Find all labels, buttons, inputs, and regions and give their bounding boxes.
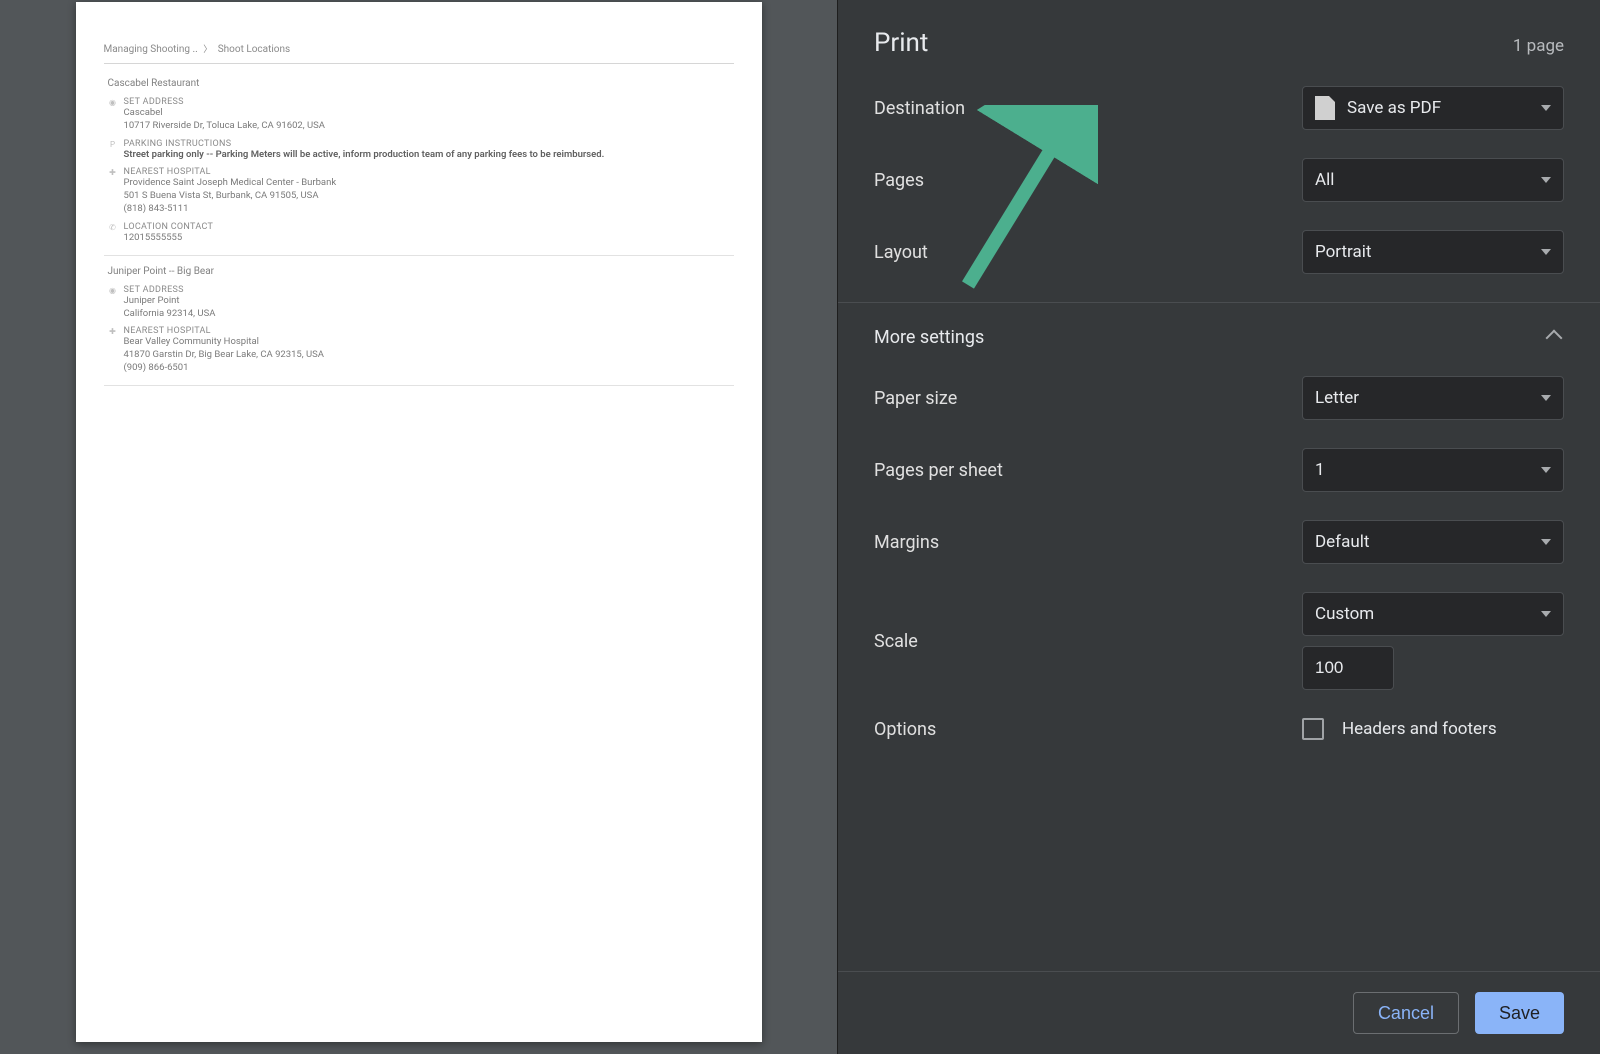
paper-size-label: Paper size <box>874 388 1064 409</box>
chevron-down-icon <box>1541 539 1551 545</box>
pdf-file-icon <box>1315 96 1335 120</box>
destination-select[interactable]: Save as PDF <box>1302 86 1564 130</box>
breadcrumb-current: Shoot Locations <box>218 44 290 55</box>
location-field: ✚ NEAREST HOSPITALBear Valley Community H… <box>104 324 734 378</box>
field-line: 41870 Garstin Dr, Big Bear Lake, CA 9231… <box>124 349 734 362</box>
pps-value: 1 <box>1315 460 1325 480</box>
scale-label: Scale <box>874 631 1064 652</box>
field-label: NEAREST HOSPITAL <box>124 326 734 336</box>
field-line: 501 S Buena Vista St, Burbank, CA 91505,… <box>124 190 734 203</box>
chevron-down-icon <box>1541 611 1551 617</box>
location-field: ✚ NEAREST HOSPITALProvidence Saint Joseph… <box>104 165 734 219</box>
page-count: 1 page <box>1513 36 1564 56</box>
field-label: SET ADDRESS <box>124 97 734 107</box>
field-line: California 92314, USA <box>124 308 734 321</box>
field-label: LOCATION CONTACT <box>124 222 734 232</box>
field-line: Cascabel <box>124 107 734 120</box>
destination-label: Destination <box>874 98 1064 119</box>
pages-label: Pages <box>874 170 1064 191</box>
layout-value: Portrait <box>1315 242 1371 262</box>
print-title: Print <box>874 28 928 58</box>
pin-icon: ◉ <box>108 285 118 321</box>
chevron-down-icon <box>1541 105 1551 111</box>
location-field: ◉ SET ADDRESSCascabel10717 Riverside Dr, … <box>104 95 734 137</box>
field-label: SET ADDRESS <box>124 285 734 295</box>
field-line: Providence Saint Joseph Medical Center -… <box>124 177 734 190</box>
chevron-right-icon: 〉 <box>203 42 212 55</box>
chevron-up-icon <box>1546 329 1563 346</box>
location-title: Cascabel Restaurant <box>104 72 734 95</box>
headers-footers-checkbox[interactable] <box>1302 718 1324 740</box>
save-button[interactable]: Save <box>1475 992 1564 1034</box>
layout-label: Layout <box>874 242 1064 263</box>
print-preview-area: Managing Shooting .. 〉 Shoot Locations C… <box>0 0 837 1054</box>
field-line: (909) 866-6501 <box>124 362 734 375</box>
divider <box>104 385 734 386</box>
location-field: ✆ LOCATION CONTACT12015555555 <box>104 220 734 249</box>
panel-footer: Cancel Save <box>838 971 1600 1054</box>
divider <box>104 255 734 256</box>
layout-select[interactable]: Portrait <box>1302 230 1564 274</box>
scale-input[interactable] <box>1302 646 1394 690</box>
preview-page: Managing Shooting .. 〉 Shoot Locations C… <box>76 2 762 1042</box>
field-label: PARKING INSTRUCTIONS <box>124 139 734 149</box>
pps-select[interactable]: 1 <box>1302 448 1564 492</box>
chevron-down-icon <box>1541 249 1551 255</box>
location-title: Juniper Point -- Big Bear <box>104 260 734 283</box>
print-panel: Print 1 page Destination Save as PDF Pag… <box>837 0 1600 1054</box>
field-line: 10717 Riverside Dr, Toluca Lake, CA 9160… <box>124 120 734 133</box>
pages-value: All <box>1315 170 1334 190</box>
pages-select[interactable]: All <box>1302 158 1564 202</box>
margins-label: Margins <box>874 532 1064 553</box>
location-field: ◉ SET ADDRESSJuniper PointCalifornia 9231… <box>104 283 734 325</box>
headers-footers-label: Headers and footers <box>1342 719 1497 739</box>
destination-value: Save as PDF <box>1347 98 1441 118</box>
pin-icon: ◉ <box>108 97 118 133</box>
hospital-icon: ✚ <box>108 326 118 374</box>
margins-value: Default <box>1315 532 1369 552</box>
more-settings-toggle[interactable]: More settings <box>874 327 1564 348</box>
phone-icon: ✆ <box>108 222 118 245</box>
chevron-down-icon <box>1541 395 1551 401</box>
field-line: (818) 843-5111 <box>124 203 734 216</box>
scale-select[interactable]: Custom <box>1302 592 1564 636</box>
cancel-button[interactable]: Cancel <box>1353 992 1459 1034</box>
breadcrumb-parent: Managing Shooting .. <box>104 44 198 55</box>
breadcrumb: Managing Shooting .. 〉 Shoot Locations <box>104 42 734 64</box>
field-line: Juniper Point <box>124 295 734 308</box>
field-line: Street parking only -- Parking Meters wi… <box>124 149 734 162</box>
location-field: P PARKING INSTRUCTIONSStreet parking only… <box>104 137 734 166</box>
margins-select[interactable]: Default <box>1302 520 1564 564</box>
scale-value: Custom <box>1315 604 1374 624</box>
chevron-down-icon <box>1541 467 1551 473</box>
options-label: Options <box>874 719 1064 740</box>
divider <box>838 302 1600 303</box>
field-line: 12015555555 <box>124 232 734 245</box>
chevron-down-icon <box>1541 177 1551 183</box>
pps-label: Pages per sheet <box>874 460 1064 481</box>
paper-size-select[interactable]: Letter <box>1302 376 1564 420</box>
paper-size-value: Letter <box>1315 388 1359 408</box>
field-label: NEAREST HOSPITAL <box>124 167 734 177</box>
parking-icon: P <box>108 139 118 162</box>
field-line: Bear Valley Community Hospital <box>124 336 734 349</box>
more-settings-label: More settings <box>874 327 984 348</box>
hospital-icon: ✚ <box>108 167 118 215</box>
